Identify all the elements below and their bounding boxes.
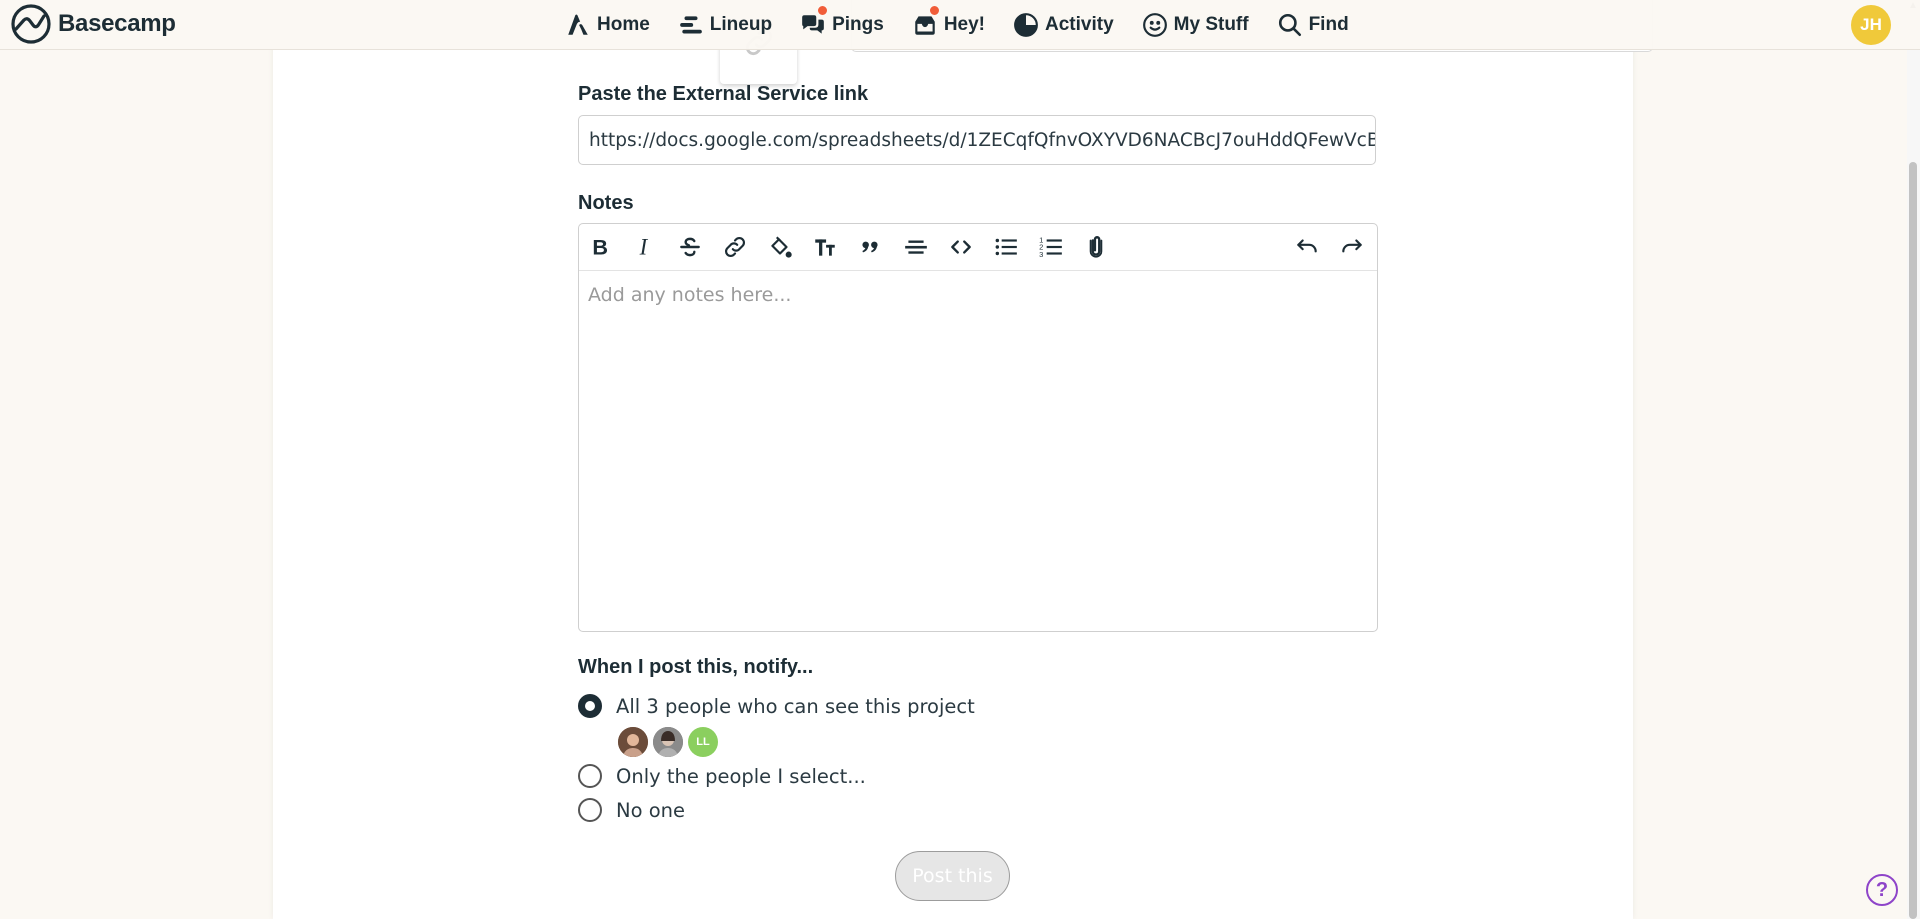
nav-my-stuff-label: My Stuff	[1173, 13, 1249, 35]
code-icon	[951, 240, 971, 254]
home-icon	[568, 13, 588, 35]
main-nav: Home Lineup Pings Hey! Activity My Stuff…	[565, 0, 1377, 49]
italic-icon: I	[639, 235, 649, 260]
avatar	[618, 727, 648, 757]
notify-option-all-label: All 3 people who can see this project	[616, 694, 975, 718]
person-photo-icon	[618, 727, 648, 757]
notes-editor[interactable]: B I 1 2 3 Add any notes here...	[578, 223, 1378, 632]
bold-button[interactable]: B	[585, 232, 615, 262]
heading-button[interactable]	[810, 232, 840, 262]
avatar: LL	[688, 727, 718, 757]
svg-text:I: I	[639, 235, 649, 260]
person-photo-icon	[653, 727, 683, 757]
strikethrough-icon	[680, 237, 700, 257]
notify-option-none-label: No one	[616, 798, 686, 822]
radio-none[interactable]	[578, 798, 602, 822]
divider-button[interactable]	[901, 232, 931, 262]
scrollbar-thumb[interactable]	[1909, 162, 1917, 919]
top-nav: Basecamp Home Lineup Pings Hey! Activity…	[0, 0, 1920, 50]
find-icon	[1278, 13, 1301, 36]
notes-placeholder: Add any notes here...	[588, 284, 792, 306]
attachment-button[interactable]	[1081, 232, 1111, 262]
notes-label: Notes	[578, 192, 634, 214]
nav-find-label: Find	[1308, 13, 1349, 35]
content-card: Paste the External Service link https://…	[273, 0, 1653, 919]
numbered-list-button[interactable]: 123	[1036, 232, 1066, 262]
lineup-icon	[679, 15, 702, 34]
hey-badge	[927, 3, 941, 17]
my-stuff-icon	[1142, 12, 1167, 37]
pings-badge	[816, 3, 830, 17]
nav-home-label: Home	[597, 13, 650, 35]
nav-activity-label: Activity	[1045, 13, 1114, 35]
nav-activity[interactable]: Activity	[1013, 12, 1114, 38]
basecamp-logo-icon	[11, 4, 51, 44]
notify-option-select-label: Only the people I select...	[616, 764, 866, 788]
radio-select[interactable]	[578, 764, 602, 788]
post-button[interactable]: Post this	[895, 851, 1010, 901]
nav-pings-label: Pings	[832, 13, 884, 35]
bullet-list-button[interactable]	[991, 232, 1021, 262]
highlight-icon	[771, 236, 792, 258]
radio-all[interactable]	[578, 694, 602, 718]
nav-home[interactable]: Home	[565, 12, 650, 38]
nav-find[interactable]: Find	[1277, 12, 1349, 38]
bold-icon: B	[592, 235, 608, 260]
external-link-label: Paste the External Service link	[578, 83, 869, 105]
external-link-input[interactable]: https://docs.google.com/spreadsheets/d/1…	[578, 115, 1376, 165]
bullet-list-icon	[995, 238, 1017, 256]
italic-button[interactable]: I	[630, 232, 660, 262]
nav-my-stuff[interactable]: My Stuff	[1142, 12, 1249, 38]
link-button[interactable]	[720, 232, 750, 262]
notify-option-select[interactable]: Only the people I select...	[578, 764, 866, 788]
undo-icon	[1297, 239, 1317, 253]
help-button[interactable]: ?	[1866, 874, 1898, 906]
link-icon	[725, 237, 745, 257]
divider-icon	[905, 240, 927, 254]
redo-button[interactable]	[1337, 232, 1367, 262]
user-avatar[interactable]: JH	[1851, 5, 1891, 45]
nav-lineup-label: Lineup	[709, 13, 773, 35]
page-scrollbar[interactable]: ▲	[1907, 0, 1920, 919]
redo-icon	[1342, 239, 1362, 253]
quote-icon	[862, 241, 878, 253]
notify-option-none[interactable]: No one	[578, 798, 685, 822]
code-button[interactable]	[946, 232, 976, 262]
svg-text:B: B	[592, 235, 608, 260]
nav-lineup[interactable]: Lineup	[678, 12, 772, 38]
svg-text:3: 3	[1039, 250, 1043, 259]
notify-label: When I post this, notify...	[578, 656, 814, 678]
quote-button[interactable]	[855, 232, 885, 262]
avatar	[653, 727, 683, 757]
undo-button[interactable]	[1292, 232, 1322, 262]
project-people: LL	[618, 727, 718, 757]
strikethrough-button[interactable]	[675, 232, 705, 262]
highlight-button[interactable]	[765, 232, 795, 262]
nav-pings[interactable]: Pings	[800, 3, 884, 38]
brand-name: Basecamp	[58, 10, 176, 37]
attachment-icon	[1089, 236, 1103, 258]
brand[interactable]: Basecamp	[10, 4, 176, 44]
heading-icon	[815, 239, 835, 256]
nav-hey[interactable]: Hey!	[912, 3, 985, 38]
editor-toolbar: B I 1 2 3	[579, 224, 1377, 271]
numbered-list-icon: 123	[1039, 236, 1062, 259]
activity-icon	[1014, 12, 1038, 37]
nav-hey-label: Hey!	[943, 13, 985, 35]
notify-option-all[interactable]: All 3 people who can see this project	[578, 694, 975, 718]
